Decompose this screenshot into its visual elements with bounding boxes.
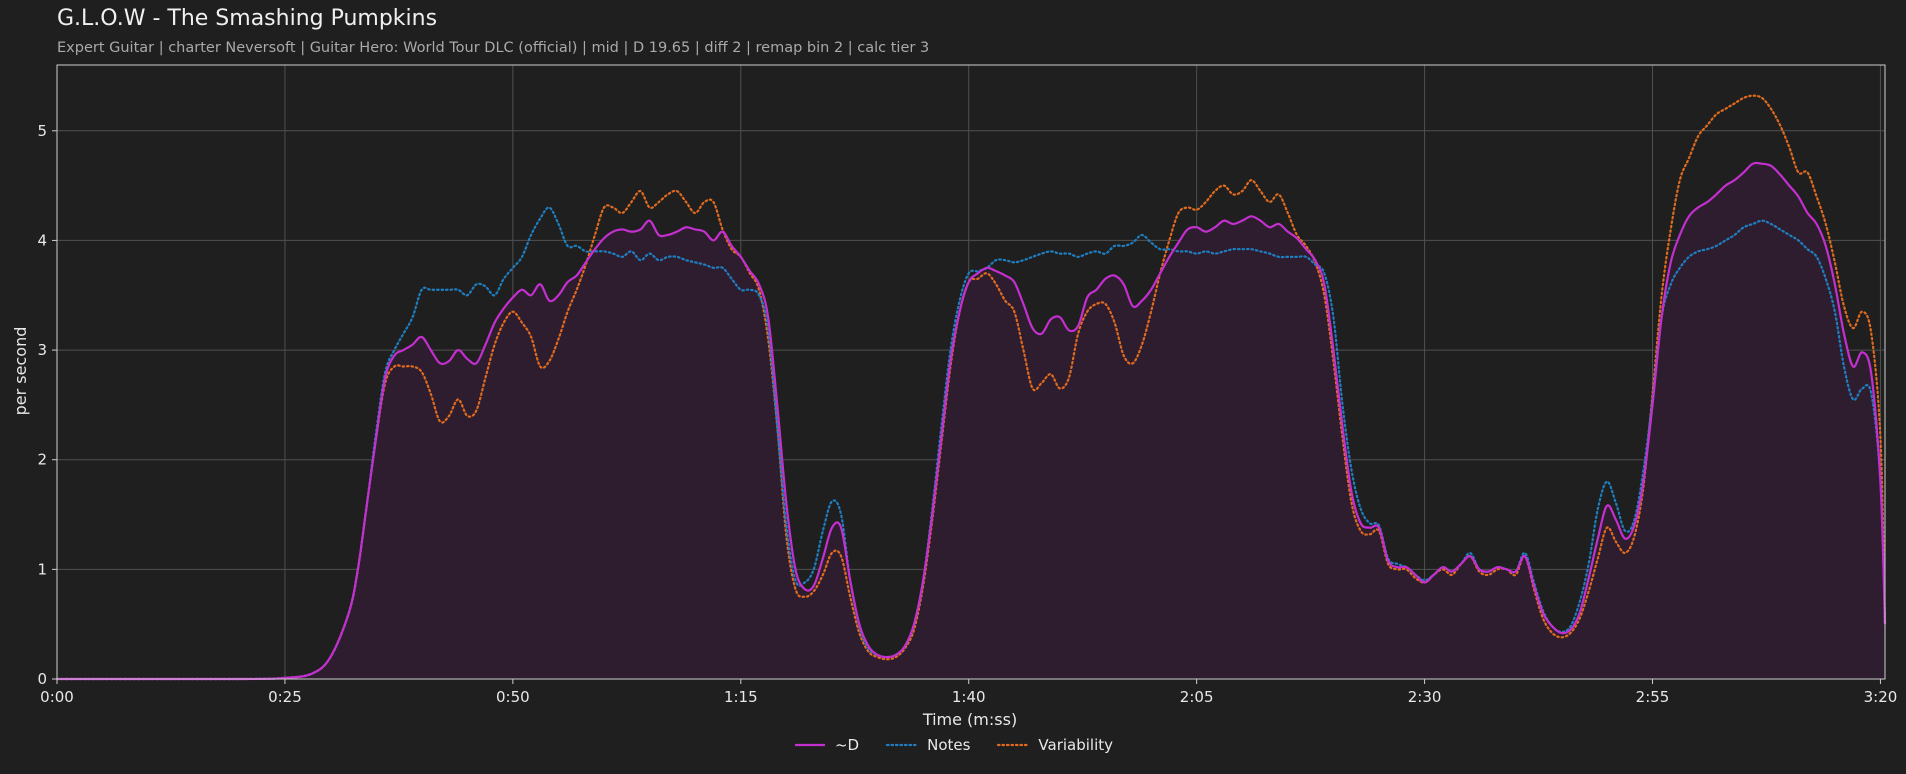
legend-item: ~D	[793, 736, 859, 754]
legend-label: Notes	[927, 736, 971, 754]
y-tick-label: 5	[37, 122, 47, 140]
x-axis-ticks: 0:00 0:25 0:50 1:15 1:40 2:05 2:30 2:55 3:20	[40, 679, 1897, 706]
legend-label: ~D	[834, 736, 860, 754]
x-tick-label: 0:00	[40, 688, 74, 706]
x-tick-label: 1:40	[952, 688, 986, 706]
x-tick-label: 2:55	[1636, 688, 1670, 706]
legend-swatch	[885, 743, 919, 747]
legend-item: Variability	[996, 736, 1113, 754]
y-tick-label: 2	[37, 451, 47, 469]
x-tick-label: 2:30	[1408, 688, 1442, 706]
chart-area: 0:00 0:25 0:50 1:15 1:40 2:05 2:30 2:55 3:20 0 1 2…	[11, 64, 1897, 729]
y-axis-ticks: 0 1 2 3 4 5	[37, 122, 57, 688]
y-tick-label: 1	[37, 560, 47, 578]
x-axis-label: Time (m:ss)	[922, 710, 1017, 729]
x-tick-label: 1:15	[724, 688, 758, 706]
legend-label: Variability	[1038, 736, 1114, 754]
x-tick-label: 0:25	[268, 688, 302, 706]
legend-swatch	[997, 743, 1030, 747]
x-tick-label: 3:20	[1864, 688, 1898, 706]
chart-legend: ~D Notes Variability	[0, 736, 1906, 754]
y-tick-label: 4	[37, 231, 47, 249]
y-axis-label: per second	[11, 327, 30, 416]
legend-swatch	[794, 743, 825, 747]
legend-item: Notes	[885, 736, 970, 754]
y-tick-label: 0	[37, 670, 47, 688]
y-tick-label: 3	[37, 341, 47, 359]
x-tick-label: 2:05	[1180, 688, 1214, 706]
x-tick-label: 0:50	[496, 688, 530, 706]
